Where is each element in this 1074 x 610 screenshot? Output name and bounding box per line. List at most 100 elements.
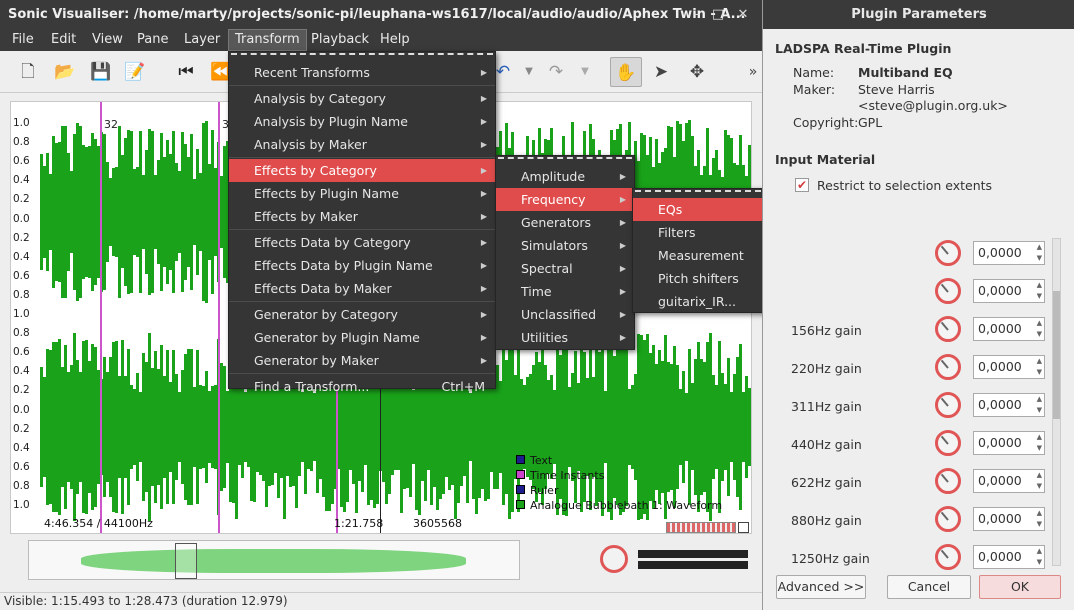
transform-menu-item[interactable]: Effects Data by Plugin Name ▶ [229,254,495,277]
menu-layer[interactable]: Layer [178,29,226,51]
layer-legend-item[interactable]: Analogue Bubblebath 1: Waveform [516,497,722,512]
restrict-checkbox[interactable]: ✔ [795,178,809,192]
time-instant-marker[interactable] [100,102,102,533]
open-folder-icon[interactable]: 📂 [54,61,76,83]
param-value-spinbox[interactable]: 0,0000 ▲ ▼ [973,317,1045,341]
rewind-start-icon[interactable]: ⏮ [175,61,197,83]
transform-menu-item[interactable]: Analysis by Maker ▶ [229,133,495,156]
redo-icon[interactable]: ↷ [545,61,567,83]
overview-pane[interactable] [28,540,520,580]
transform-menu-item[interactable]: Effects Data by Category ▶ [229,231,495,254]
param-value-spinbox[interactable]: 0,0000 ▲ ▼ [973,469,1045,493]
spin-arrows-icon[interactable]: ▲ ▼ [1037,508,1042,530]
frequency-item[interactable]: Pitch shifters▶ [633,267,783,290]
scrollbar-thumb[interactable] [1053,291,1060,419]
spin-arrows-icon[interactable]: ▲ ▼ [1037,318,1042,340]
transform-menu-item[interactable]: Generator by Category ▶ [229,303,495,326]
save-as-icon[interactable]: 📝 [124,61,146,83]
layer-legend-item[interactable]: Text [516,452,552,467]
menu-view[interactable]: View [86,29,129,51]
spin-arrows-icon[interactable]: ▲ ▼ [1037,546,1042,568]
minimize-icon[interactable]: – [685,0,707,29]
effects-category-item[interactable]: Utilities ▶ [496,326,634,349]
spin-arrows-icon[interactable]: ▲ ▼ [1037,280,1042,302]
navigate-hand-icon[interactable]: ✋ [610,57,642,87]
param-knob[interactable] [935,240,961,266]
transform-menu-item[interactable]: Analysis by Category ▶ [229,87,495,110]
frequency-item[interactable]: Filters▶ [633,221,783,244]
spin-arrows-icon[interactable]: ▲ ▼ [1037,356,1042,378]
transform-menu-item[interactable]: Find a Transform... Ctrl+M [229,375,495,398]
menu-help[interactable]: Help [374,29,416,51]
close-icon[interactable]: ✕ [732,0,754,29]
param-knob[interactable] [935,316,961,342]
effects-category-item[interactable]: Generators ▶ [496,211,634,234]
submenu-arrow-icon: ▶ [480,238,487,247]
param-knob[interactable] [935,506,961,532]
transform-menu-item[interactable]: Generator by Maker ▶ [229,349,495,372]
spin-arrows-icon[interactable]: ▲ ▼ [1037,432,1042,454]
param-label: 622Hz gain [791,475,862,490]
copyright-value: GPL [858,115,883,130]
zoom-box-icon[interactable] [738,522,749,533]
effects-category-item[interactable]: Amplitude ▶ [496,165,634,188]
advanced-button[interactable]: Advanced >> [776,575,866,599]
param-value-spinbox[interactable]: 0,0000 ▲ ▼ [973,393,1045,417]
frequency-item[interactable]: Measurement▶ [633,244,783,267]
menu-playback[interactable]: Playback [305,29,375,51]
effects-category-item[interactable]: Time ▶ [496,280,634,303]
spin-arrows-icon[interactable]: ▲ ▼ [1037,394,1042,416]
ok-button[interactable]: OK [979,575,1061,599]
transform-menu-item[interactable]: Effects Data by Maker ▶ [229,277,495,300]
effects-category-item[interactable]: Simulators ▶ [496,234,634,257]
new-file-icon[interactable]: 🗋 [17,61,39,83]
frequency-item[interactable]: guitarix_IR... [633,290,783,313]
param-value-spinbox[interactable]: 0,0000 ▲ ▼ [973,241,1045,265]
param-knob[interactable] [935,468,961,494]
spin-arrows-icon[interactable]: ▲ ▼ [1037,242,1042,264]
move-icon[interactable]: ✥ [686,61,708,83]
frequency-item[interactable]: EQs▶ [633,198,783,221]
param-value-spinbox[interactable]: 0,0000 ▲ ▼ [973,355,1045,379]
save-icon[interactable]: 💾 [90,61,112,83]
overview-viewport[interactable] [175,543,197,579]
params-scrollbar[interactable] [1052,238,1061,566]
time-instant-marker[interactable] [218,102,220,533]
zoom-meter[interactable] [666,522,736,533]
spin-arrows-icon[interactable]: ▲ ▼ [1037,470,1042,492]
menu-pane[interactable]: Pane [131,29,174,51]
menu-file[interactable]: File [6,29,40,51]
effects-category-item[interactable]: Spectral ▶ [496,257,634,280]
param-knob[interactable] [935,430,961,456]
transform-menu-item[interactable]: Effects by Plugin Name ▶ [229,182,495,205]
param-value-spinbox[interactable]: 0,0000 ▲ ▼ [973,545,1045,569]
layer-legend-item[interactable]: Ruler [516,482,558,497]
toolbar-overflow-icon[interactable]: » [742,61,764,83]
maximize-icon[interactable]: □ [707,0,729,29]
param-knob[interactable] [935,354,961,380]
cancel-button[interactable]: Cancel [887,575,971,599]
y-tick-label: 0.6 [13,460,30,473]
layer-legend-item[interactable]: Time Instants [516,467,604,482]
effects-category-item[interactable]: Frequency ▶ [496,188,634,211]
param-value-spinbox[interactable]: 0,0000 ▲ ▼ [973,507,1045,531]
transform-menu-item[interactable]: Generator by Plugin Name ▶ [229,326,495,349]
menu-transform[interactable]: Transform [228,29,307,51]
select-arrow-icon[interactable]: ➤ [650,61,672,83]
transform-menu-item[interactable]: Analysis by Plugin Name ▶ [229,110,495,133]
param-value-spinbox[interactable]: 0,0000 ▲ ▼ [973,279,1045,303]
undo-dropdown-icon[interactable]: ▼ [518,61,540,83]
submenu-arrow-icon: ▶ [480,68,487,77]
menu-edit[interactable]: Edit [45,29,82,51]
menu-item-label: Utilities [521,330,569,345]
playback-speed-dial[interactable] [600,545,628,573]
param-knob[interactable] [935,392,961,418]
param-value-spinbox[interactable]: 0,0000 ▲ ▼ [973,431,1045,455]
transform-menu-item[interactable]: Effects by Category ▶ [229,159,495,182]
redo-dropdown-icon[interactable]: ▼ [574,61,596,83]
transform-menu-item[interactable]: Effects by Maker ▶ [229,205,495,228]
param-knob[interactable] [935,278,961,304]
param-knob[interactable] [935,544,961,570]
transform-menu-item[interactable]: Recent Transforms ▶ [229,61,495,84]
effects-category-item[interactable]: Unclassified ▶ [496,303,634,326]
